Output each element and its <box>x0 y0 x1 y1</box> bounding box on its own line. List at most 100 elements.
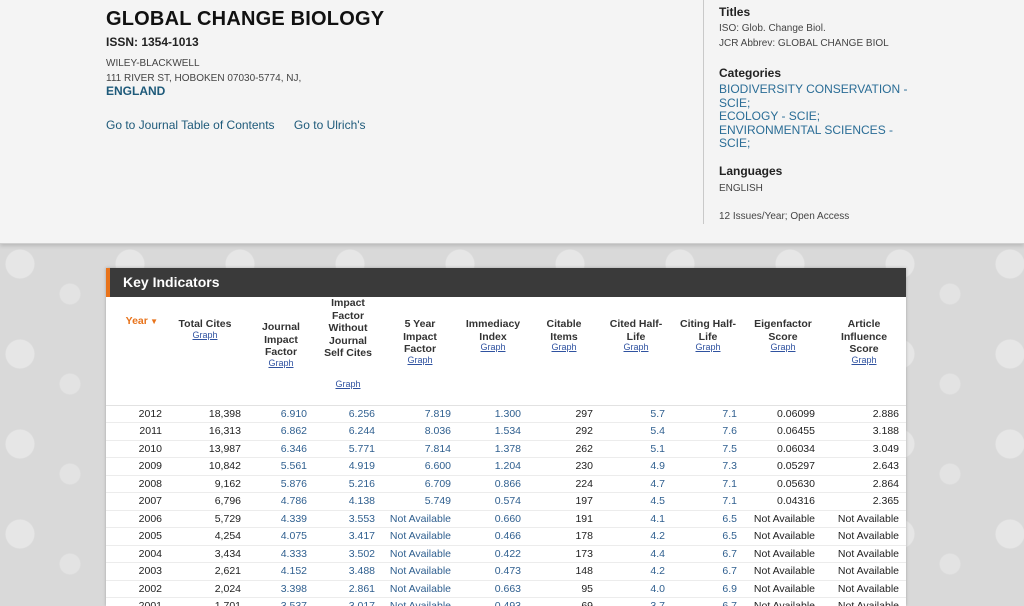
graph-link-citing-half-life[interactable]: Graph <box>672 343 744 352</box>
graph-link-article-influence-score[interactable]: Graph <box>822 355 906 364</box>
cell-cited-half-life: 4.4 <box>600 545 672 563</box>
cell-eigenfactor-score: Not Available <box>744 527 822 546</box>
cell-article-influence-score: 3.049 <box>822 440 906 458</box>
cell-year: 2001 <box>106 597 162 606</box>
cell-immediacy-index: 0.466 <box>458 527 528 546</box>
cell-cited-half-life: 4.5 <box>600 492 672 511</box>
cell-citable-items: 178 <box>528 527 600 546</box>
cell-year: 2010 <box>106 440 162 458</box>
cell-eigenfactor-score: Not Available <box>744 545 822 563</box>
cell-impact-factor-without-self-cites: 3.417 <box>314 527 382 546</box>
cell-cited-half-life: 3.7 <box>600 597 672 606</box>
column-header-impact-factor-without-self-cites: Impact Factor Without Journal Self Cites… <box>314 297 382 406</box>
cell-article-influence-score: Not Available <box>822 510 906 528</box>
ulrichs-link[interactable]: Go to Ulrich's <box>294 118 366 132</box>
cell-article-influence-score: 3.188 <box>822 422 906 441</box>
table-row: 2005 4,254 4.075 3.417 Not Available 0.466 178… <box>106 527 906 546</box>
cell-eigenfactor-score: 0.05297 <box>744 457 822 476</box>
table-row: 20011,7013.5373.017Not Available0.493693… <box>106 597 906 606</box>
category-link[interactable]: SCIE; <box>719 136 1019 151</box>
cell-impact-factor-without-self-cites: 3.502 <box>314 545 382 563</box>
cell-cited-half-life: 5.4 <box>600 422 672 441</box>
graph-link-five-year-impact-factor[interactable]: Graph <box>382 355 458 364</box>
cell-five-year-impact-factor: 7.814 <box>382 440 458 458</box>
graph-link-journal-impact-factor[interactable]: Graph <box>248 358 314 367</box>
cell-total-cites: 2,024 <box>162 580 248 598</box>
cell-impact-factor-without-self-cites: 3.017 <box>314 597 382 606</box>
column-header-eigenfactor-score: Eigenfactor Score Graph <box>744 297 822 406</box>
cell-immediacy-index: 0.493 <box>458 597 528 606</box>
graph-link-immediacy-index[interactable]: Graph <box>458 343 528 352</box>
cell-journal-impact-factor: 6.862 <box>248 422 314 441</box>
category-link[interactable]: ECOLOGY - SCIE; <box>719 109 1019 124</box>
cell-immediacy-index: 1.300 <box>458 405 528 423</box>
cell-article-influence-score: Not Available <box>822 545 906 563</box>
cell-citing-half-life: 7.1 <box>672 405 744 423</box>
cell-immediacy-index: 0.866 <box>458 475 528 493</box>
cell-total-cites: 1,701 <box>162 597 248 606</box>
cell-cited-half-life: 4.7 <box>600 475 672 493</box>
cell-citable-items: 191 <box>528 510 600 528</box>
cell-year: 2002 <box>106 580 162 598</box>
column-label: Eigenfactor Score <box>754 318 812 343</box>
column-header-journal-impact-factor: Journal Impact Factor Graph <box>248 297 314 406</box>
cell-journal-impact-factor: 4.075 <box>248 527 314 546</box>
cell-journal-impact-factor: 4.786 <box>248 492 314 511</box>
cell-impact-factor-without-self-cites: 2.861 <box>314 580 382 598</box>
cell-cited-half-life: 4.1 <box>600 510 672 528</box>
issues-info: 12 Issues/Year; Open Access <box>719 211 850 222</box>
cell-five-year-impact-factor: 8.036 <box>382 422 458 441</box>
table-row: 2011 16,313 6.862 6.244 8.036 1.534 292 5.4 7.6 0… <box>106 422 906 441</box>
cell-year: 2011 <box>106 422 162 441</box>
category-link[interactable]: ENVIRONMENTAL SCIENCES - <box>719 123 1019 138</box>
cell-impact-factor-without-self-cites: 5.216 <box>314 475 382 493</box>
cell-total-cites: 6,796 <box>162 492 248 511</box>
cell-impact-factor-without-self-cites: 4.138 <box>314 492 382 511</box>
table-header: Year ▼ Total Cites Graph Journal Impact Fac… <box>106 297 906 406</box>
cell-eigenfactor-score: 0.05630 <box>744 475 822 493</box>
table-row: 2003 2,621 4.152 3.488 Not Available 0.473 148… <box>106 562 906 581</box>
column-header-immediacy-index: Immediacy Index Graph <box>458 297 528 406</box>
sort-descending-icon[interactable]: ▼ <box>148 317 158 326</box>
journal-title: GLOBAL CHANGE BIOLOGY <box>106 8 385 30</box>
cell-total-cites: 9,162 <box>162 475 248 493</box>
cell-impact-factor-without-self-cites: 3.488 <box>314 562 382 581</box>
cell-impact-factor-without-self-cites: 6.256 <box>314 405 382 423</box>
journal-toc-link[interactable]: Go to Journal Table of Contents <box>106 118 275 132</box>
column-header-five-year-impact-factor: 5 Year Impact Factor Graph <box>382 297 458 406</box>
year-sort-label[interactable]: Year <box>126 315 148 327</box>
cell-journal-impact-factor: 5.876 <box>248 475 314 493</box>
category-link[interactable]: BIODIVERSITY CONSERVATION - <box>719 82 1019 97</box>
cell-citing-half-life: 7.5 <box>672 440 744 458</box>
cell-five-year-impact-factor: 7.819 <box>382 405 458 423</box>
graph-link-impact-factor-without-self-cites[interactable]: Graph <box>314 379 382 388</box>
journal-details-sidebar: Titles ISO: Glob. Change Biol. JCR Abbre… <box>703 0 1024 224</box>
graph-link-total-cites[interactable]: Graph <box>162 330 248 339</box>
cell-five-year-impact-factor: 6.600 <box>382 457 458 476</box>
cell-immediacy-index: 1.378 <box>458 440 528 458</box>
graph-link-citable-items[interactable]: Graph <box>528 343 600 352</box>
key-indicators-panel: Key Indicators Year ▼ Total Cites Graph Jou… <box>106 268 906 606</box>
column-label: Cited Half-Life <box>609 318 663 343</box>
publisher-country: ENGLAND <box>106 84 166 98</box>
cell-citing-half-life: 7.1 <box>672 475 744 493</box>
cell-citable-items: 292 <box>528 422 600 441</box>
cell-citing-half-life: 6.9 <box>672 580 744 598</box>
column-label: Citable Items <box>546 318 582 343</box>
cell-journal-impact-factor: 6.910 <box>248 405 314 423</box>
graph-link-eigenfactor-score[interactable]: Graph <box>744 343 822 352</box>
cell-immediacy-index: 1.534 <box>458 422 528 441</box>
cell-total-cites: 13,987 <box>162 440 248 458</box>
cell-eigenfactor-score: Not Available <box>744 597 822 606</box>
category-link[interactable]: SCIE; <box>719 96 1019 111</box>
cell-five-year-impact-factor: 5.749 <box>382 492 458 511</box>
languages-heading: Languages <box>719 164 783 178</box>
column-header-year[interactable]: Year ▼ <box>106 297 162 406</box>
graph-link-cited-half-life[interactable]: Graph <box>600 343 672 352</box>
cell-article-influence-score: Not Available <box>822 527 906 546</box>
cell-year: 2004 <box>106 545 162 563</box>
cell-cited-half-life: 4.2 <box>600 527 672 546</box>
table-row: 2002 2,024 3.398 2.861 Not Available 0.663 95 4… <box>106 580 906 598</box>
cell-citing-half-life: 6.5 <box>672 510 744 528</box>
cell-impact-factor-without-self-cites: 3.553 <box>314 510 382 528</box>
